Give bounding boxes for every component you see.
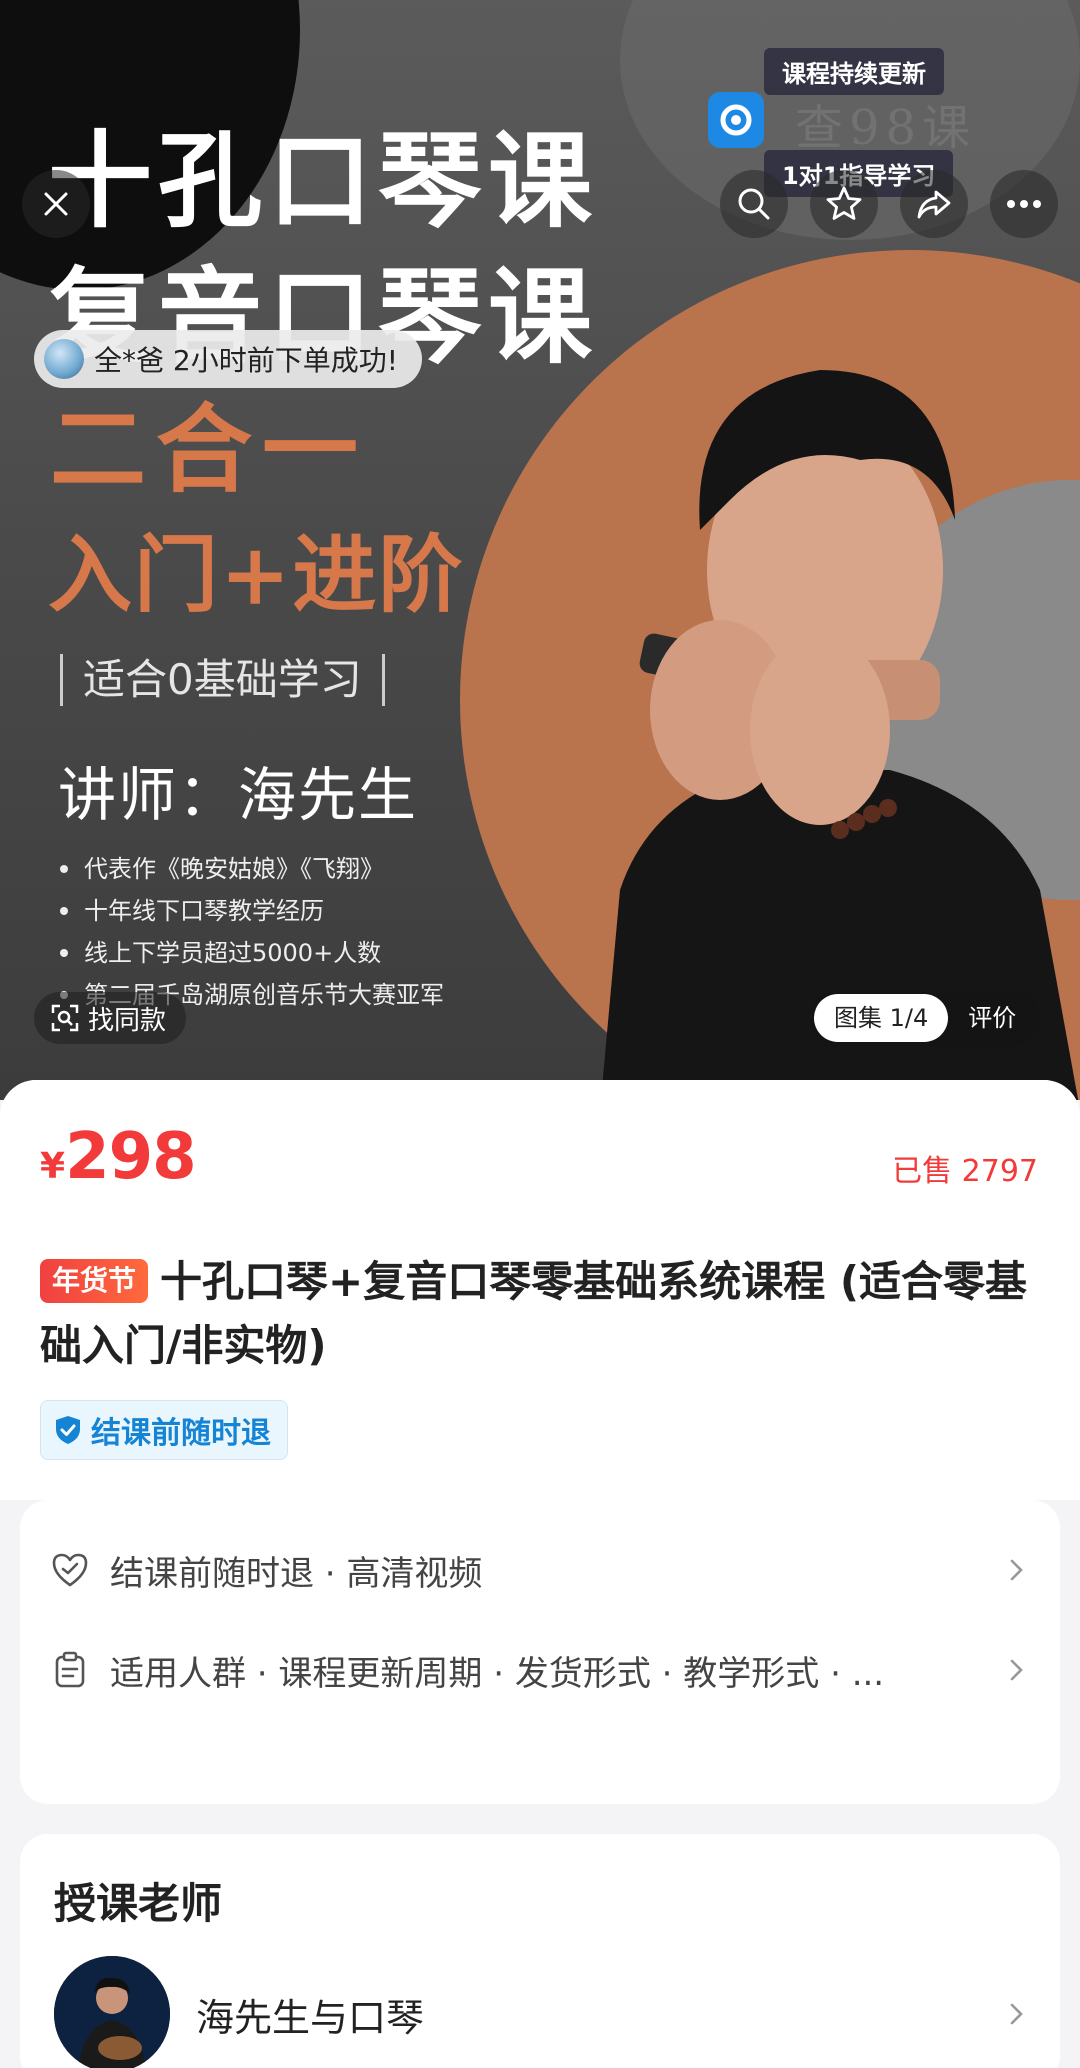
close-icon <box>44 192 68 216</box>
search-icon <box>738 188 770 220</box>
product-image-carousel[interactable]: 十孔口琴课 复音口琴课 二合一 入门+进阶 适合0基础学习 讲师：海先生 代表作… <box>0 0 1080 1100</box>
close-button[interactable] <box>22 170 90 238</box>
more-icon <box>1007 200 1041 208</box>
buyer-avatar <box>44 339 84 379</box>
product-title-text: 十孔口琴+复音口琴零基础系统课程 (适合零基础入门/非实物) <box>40 1257 1028 1370</box>
find-same-button[interactable]: 找同款 <box>34 992 187 1044</box>
toast-text: 全*爸 2小时前下单成功! <box>94 344 398 377</box>
banner-bullet: 十年线下口琴教学经历 <box>60 890 444 932</box>
banner-title-line1: 十孔口琴课 <box>48 119 599 242</box>
product-details-sheet: ¥298 已售 2797 年货节 十孔口琴+复音口琴零基础系统课程 (适合零基础入… <box>0 1080 1080 2068</box>
attribute-row-service[interactable]: 结课前随时退 · 高清视频 <box>20 1520 1060 1620</box>
heart-shield-icon <box>52 1553 88 1587</box>
shield-check-icon <box>56 1416 80 1444</box>
tab-gallery[interactable]: 图集 1/4 <box>814 994 949 1042</box>
star-icon <box>826 186 862 220</box>
teacher-row[interactable]: 海先生与口琴 <box>20 1954 1060 2068</box>
banner-teacher: 讲师：海先生 <box>58 761 419 829</box>
search-button[interactable] <box>720 170 788 238</box>
banner-bullet: 线上下学员超过5000+人数 <box>60 932 444 974</box>
product-title: 年货节 十孔口琴+复音口琴零基础系统课程 (适合零基础入门/非实物) <box>40 1250 1040 1378</box>
festival-tag: 年货节 <box>40 1259 149 1303</box>
price-currency: ¥ <box>40 1146 66 1187</box>
chevron-right-icon <box>1010 2003 1023 2025</box>
attribute-text: 适用人群 · 课程更新周期 · 发货形式 · 教学形式 · ... <box>110 1653 885 1694</box>
tab-reviews[interactable]: 评价 <box>948 994 1036 1042</box>
price-value: 298 <box>65 1120 197 1194</box>
teacher-card: 授课老师 海先生与口琴 <box>20 1834 1060 2068</box>
refund-badge: 结课前随时退 <box>40 1400 288 1460</box>
clipboard-icon <box>55 1651 85 1688</box>
teacher-name: 海先生与口琴 <box>196 1995 425 2040</box>
banner-two-in-one: 二合一 <box>50 393 368 506</box>
refund-badge-label: 结课前随时退 <box>91 1416 271 1451</box>
order-toast: 全*爸 2小时前下单成功! <box>34 330 422 388</box>
gallery-tabs: 图集 1/4 评价 <box>810 990 1041 1046</box>
attributes-card: 结课前随时退 · 高清视频 适用人群 · 课程更新周期 · 发货形式 · 教学形… <box>20 1500 1060 1804</box>
sold-count: 已售 2797 <box>892 1154 1038 1189</box>
price: ¥298 <box>40 1120 197 1194</box>
attribute-row-params[interactable]: 适用人群 · 课程更新周期 · 发货形式 · 教学形式 · ... <box>20 1620 1060 1720</box>
banner-bullets: 代表作《晚安姑娘》《飞翔》 十年线下口琴教学经历 线上下学员超过5000+人数 … <box>60 848 444 1016</box>
find-same-label: 找同款 <box>88 1005 167 1036</box>
share-button[interactable] <box>900 170 968 238</box>
teacher-avatar <box>54 1956 170 2068</box>
teacher-heading: 授课老师 <box>54 1879 223 1928</box>
attribute-text: 结课前随时退 · 高清视频 <box>110 1553 483 1594</box>
watermark-text: 查98课 <box>795 100 977 156</box>
scan-icon <box>51 1004 79 1032</box>
more-button[interactable] <box>990 170 1058 238</box>
favorite-button[interactable] <box>810 170 878 238</box>
chevron-right-icon <box>1010 1659 1023 1681</box>
teacher-photo <box>600 370 1079 1100</box>
banner-suitable: 适合0基础学习 <box>60 654 385 706</box>
banner-bullet: 代表作《晚安姑娘》《飞翔》 <box>60 848 444 890</box>
banner-levels: 入门+进阶 <box>48 525 465 624</box>
product-summary: ¥298 已售 2797 年货节 十孔口琴+复音口琴零基础系统课程 (适合零基础入… <box>0 1080 1080 1500</box>
watermark-logo <box>708 92 764 148</box>
share-icon <box>917 190 951 219</box>
chevron-right-icon <box>1010 1559 1023 1581</box>
